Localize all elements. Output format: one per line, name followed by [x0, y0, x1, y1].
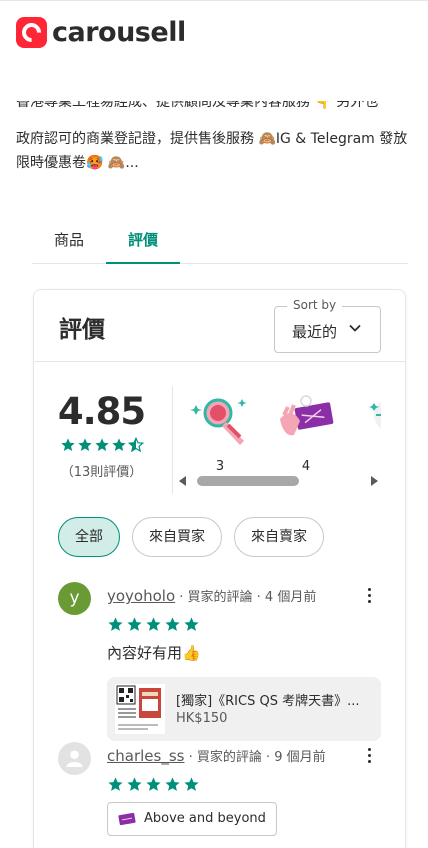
- review-header: yoyoholo · 買家的評論 · 4 個月前: [107, 586, 316, 605]
- badge-count: 3: [215, 459, 225, 474]
- more-options-icon[interactable]: [360, 746, 380, 766]
- more-options-icon[interactable]: [360, 586, 380, 606]
- product-price: HK$150: [176, 711, 228, 726]
- review-header: charles_ss · 買家的評論 · 9 個月前: [107, 746, 326, 765]
- magnifier-badge-icon: [190, 398, 247, 445]
- star-half-icon: [127, 437, 144, 453]
- ticket-badge-icon: [280, 395, 334, 436]
- reviewer-username[interactable]: charles_ss: [107, 747, 184, 765]
- default-avatar-icon: [66, 750, 83, 768]
- profile-description-cut: 香港專業工程易經成、提供顧問及專業內容服務 👇 另外也: [16, 101, 379, 110]
- reviewed-product[interactable]: [獨家]《RICS QS 考牌天書》... HK$150: [107, 677, 381, 741]
- scroll-thumb[interactable]: [197, 476, 299, 486]
- badge-item: [359, 391, 381, 451]
- sort-label: Sort by: [287, 298, 343, 312]
- reviewer-username[interactable]: yoyoholo: [107, 587, 175, 605]
- badge-item: 3: [187, 391, 253, 474]
- scroll-right-icon[interactable]: [371, 476, 378, 486]
- sort-value: 最近的: [292, 323, 338, 341]
- review-meta: · 買家的評論 · 4 個月前: [175, 590, 317, 605]
- star-icon: [108, 777, 123, 791]
- star-icon: [127, 617, 142, 631]
- star-icon: [146, 617, 161, 631]
- badge-icon: [369, 401, 381, 429]
- carousell-logo-icon: [16, 17, 47, 48]
- star-icon: [127, 777, 142, 791]
- avatar[interactable]: y: [58, 582, 91, 615]
- compliment-tag: Above and beyond: [107, 802, 277, 836]
- review-text: 內容好有用👍: [107, 644, 201, 662]
- sort-dropdown[interactable]: Sort by 最近的: [274, 298, 381, 353]
- compliment-label: Above and beyond: [144, 811, 266, 826]
- profile-tabs: 商品 評價: [32, 222, 408, 264]
- carousell-logo[interactable]: carousell: [16, 17, 186, 48]
- product-thumbnail: [115, 684, 165, 734]
- rating-summary: 4.85 （13則評價）: [34, 390, 169, 480]
- rating-score: 4.85: [57, 390, 146, 433]
- ticket-badge-icon: [118, 812, 136, 826]
- star-icon: [94, 438, 109, 451]
- review-filters: 全部 來自買家 來自賣家: [58, 517, 324, 557]
- star-icon: [108, 617, 123, 631]
- header: carousell: [0, 0, 428, 100]
- star-icon: [165, 617, 180, 631]
- review-meta: · 買家的評論 · 9 個月前: [184, 750, 326, 765]
- tab-reviews[interactable]: 評價: [106, 222, 180, 264]
- badges-carousel[interactable]: 3 4: [172, 386, 381, 494]
- chevron-down-icon: [349, 324, 361, 332]
- profile-description: 政府認可的商業登記證，提供售後服務 🙈IG & Telegram 發放限時優惠卷…: [16, 131, 408, 171]
- star-icon: [165, 777, 180, 791]
- tab-listings[interactable]: 商品: [32, 222, 106, 263]
- badge-count: 4: [301, 459, 311, 474]
- filter-all[interactable]: 全部: [58, 517, 120, 557]
- star-icon: [60, 438, 75, 451]
- star-icon: [146, 777, 161, 791]
- filter-from-sellers[interactable]: 來自賣家: [234, 517, 324, 557]
- scroll-left-icon[interactable]: [179, 476, 186, 486]
- star-icon: [184, 617, 199, 631]
- page: carousell 香港專業工程易經成、提供顧問及專業內容服務 👇 另外也 政府…: [0, 0, 428, 848]
- reviews-card-header: 評價 Sort by 最近的: [34, 290, 405, 362]
- star-icon: [111, 438, 126, 451]
- product-title: [獨家]《RICS QS 考牌天書》...: [176, 694, 360, 709]
- rating-stars: [34, 437, 169, 453]
- reviews-card: 評價 Sort by 最近的 4.85 （13則評價） 3 4 全部 來自買家 …: [33, 289, 406, 848]
- rating-count: （13則評價）: [60, 465, 143, 480]
- brand-name: carousell: [52, 17, 186, 48]
- reviews-title: 評價: [59, 317, 105, 343]
- review-stars: [107, 776, 200, 793]
- avatar[interactable]: [58, 742, 91, 775]
- filter-from-buyers[interactable]: 來自買家: [132, 517, 222, 557]
- badge-item: 4: [273, 391, 339, 474]
- badges-scrollbar[interactable]: [177, 474, 381, 488]
- star-icon: [184, 777, 199, 791]
- review-stars: [107, 616, 200, 633]
- star-icon: [77, 438, 92, 451]
